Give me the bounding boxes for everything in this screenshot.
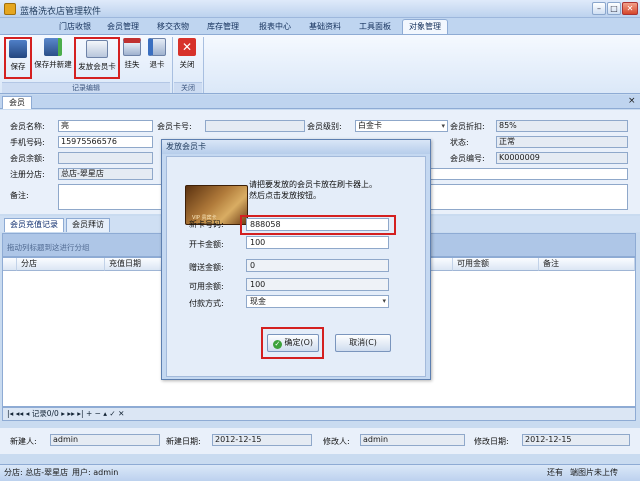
member-card-icon — [86, 40, 108, 58]
balance-input[interactable] — [58, 152, 153, 164]
issue-card-dialog: 发放会员卡 VIP 贵宾卡 请把要发放的会员卡放在刷卡器上。 然后点击发放按钮。… — [161, 139, 431, 380]
close-button[interactable]: ✕ 关闭 — [176, 37, 198, 79]
available-balance-label: 可用余额: — [189, 282, 224, 291]
save-button[interactable]: 保存 — [4, 37, 32, 79]
new-card-input[interactable]: 888058 — [246, 218, 389, 231]
return-card-button[interactable]: 退卡 — [146, 37, 168, 79]
col-header-recharge-date[interactable]: 充值日期 — [105, 258, 165, 271]
extra-field-input[interactable] — [430, 168, 628, 180]
app-title: 蓝格洗衣店管理软件 — [20, 7, 102, 17]
status-pending: 还有 — [547, 468, 563, 477]
member-name-label: 会员名称: — [10, 122, 45, 131]
group-label-close: 关闭 — [174, 82, 202, 93]
ribbon-separator — [172, 37, 173, 93]
ok-button[interactable]: ✓ 确定(O) — [267, 334, 319, 352]
modified-date-label: 修改日期: — [474, 437, 509, 446]
col-header-available[interactable]: 可用金额 — [453, 258, 539, 271]
modifier-label: 修改人: — [323, 437, 350, 446]
payment-method-label: 付款方式: — [189, 299, 224, 308]
phone-input[interactable]: 15975566576 — [58, 136, 153, 148]
balance-label: 会员余额: — [10, 154, 45, 163]
modifier-input[interactable]: admin — [360, 434, 465, 446]
created-date-label: 新建日期: — [166, 437, 201, 446]
document-tab-strip: 会员 × — [0, 95, 640, 109]
available-balance-input[interactable]: 100 — [246, 278, 389, 291]
close-doc-icon[interactable]: × — [628, 96, 636, 106]
dialog-body: VIP 贵宾卡 请把要发放的会员卡放在刷卡器上。 然后点击发放按钮。 新卡号码:… — [166, 156, 426, 377]
save-and-new-button[interactable]: 保存并新建 — [34, 37, 72, 79]
created-date-input[interactable]: 2012-12-15 — [212, 434, 312, 446]
col-header-branch[interactable]: 分店 — [17, 258, 105, 271]
cancel-button[interactable]: 取消(C) — [335, 334, 391, 352]
maximize-button[interactable]: □ — [607, 2, 621, 15]
tab-inventory[interactable]: 库存管理 — [200, 19, 246, 34]
minimize-button[interactable]: – — [592, 2, 606, 15]
discount-label: 会员折扣: — [450, 122, 485, 131]
check-icon: ✓ — [272, 340, 282, 349]
status-user: 用户: admin — [72, 468, 119, 477]
creator-label: 新建人: — [10, 437, 37, 446]
status-branch: 分店: 总店-翠星店 — [4, 468, 69, 477]
nav-next-icon[interactable]: ▸ ▸▸ ▸| + − ▴ ✓ ✕ — [59, 409, 124, 418]
title-bar: 蓝格洗衣店管理软件 – □ ✕ — [0, 0, 640, 18]
tab-transfer-clothes[interactable]: 移交衣物 — [150, 19, 196, 34]
tab-tools[interactable]: 工具面板 — [352, 19, 398, 34]
nav-first-icon[interactable]: |◂ ◂◂ ◂ — [7, 409, 32, 418]
member-code-label: 会员编号: — [450, 154, 485, 163]
tab-recharge-records[interactable]: 会员充值记录 — [4, 218, 64, 232]
save-new-icon — [44, 38, 62, 56]
return-card-icon — [148, 38, 166, 56]
tab-member-management[interactable]: 会员管理 — [100, 19, 146, 34]
app-logo-icon — [4, 3, 16, 15]
card-number-input[interactable] — [205, 120, 305, 132]
discount-input[interactable]: 85% — [496, 120, 628, 132]
gift-amount-input[interactable]: 0 — [246, 259, 389, 272]
tab-reports[interactable]: 报表中心 — [252, 19, 298, 34]
group-label-record-edit: 记录编辑 — [2, 82, 170, 93]
state-input[interactable]: 正常 — [496, 136, 628, 148]
register-store-label: 注册分店: — [10, 170, 45, 179]
payment-method-select[interactable]: 现金 — [246, 295, 389, 308]
member-level-label: 会员级别: — [307, 122, 342, 131]
issue-member-card-button[interactable]: 发放会员卡 — [74, 37, 120, 79]
close-window-button[interactable]: ✕ — [622, 2, 638, 15]
phone-label: 手机号码: — [10, 138, 45, 147]
col-header-remark[interactable]: 备注 — [539, 258, 635, 271]
ribbon-tabs: 门店收银 会员管理 移交衣物 库存管理 报表中心 基础资料 工具面板 对象管理 — [0, 18, 640, 34]
dialog-message: 请把要发放的会员卡放在刷卡器上。 然后点击发放按钮。 — [249, 180, 377, 200]
remark-label: 备注: — [10, 191, 29, 200]
close-icon: ✕ — [178, 38, 196, 56]
modified-date-input[interactable]: 2012-12-15 — [522, 434, 630, 446]
tab-store-cashier[interactable]: 门店收银 — [52, 19, 98, 34]
floppy-disk-icon — [9, 40, 27, 58]
card-number-label: 会员卡号: — [157, 122, 192, 131]
dialog-title: 发放会员卡 — [162, 140, 430, 154]
creator-input[interactable]: admin — [50, 434, 160, 446]
opening-amount-label: 开卡金额: — [189, 240, 224, 249]
tab-base-data[interactable]: 基础资料 — [302, 19, 348, 34]
state-label: 状态: — [450, 138, 469, 147]
opening-amount-input[interactable]: 100 — [246, 236, 389, 249]
gift-amount-label: 赠送金额: — [189, 263, 224, 272]
audit-info: 新建人: admin 新建日期: 2012-12-15 修改人: admin 修… — [0, 428, 640, 454]
report-loss-icon — [123, 38, 141, 56]
tab-member-visits[interactable]: 会员拜访 — [66, 218, 110, 232]
register-store-input[interactable]: 总店-翠星店 — [58, 168, 153, 180]
doc-tab-member[interactable]: 会员 — [2, 96, 32, 109]
report-loss-button[interactable]: 挂失 — [122, 37, 142, 79]
grid-indicator-header — [3, 258, 17, 271]
ribbon: 保存 保存并新建 发放会员卡 挂失 退卡 记录编辑 ✕ 关闭 关闭 — [0, 34, 640, 94]
status-upload[interactable]: 端图片未上传 — [570, 465, 618, 480]
member-level-select[interactable]: 白金卡 — [355, 120, 448, 132]
ribbon-separator — [203, 37, 204, 93]
member-name-input[interactable]: 亮 — [58, 120, 153, 132]
new-card-label: 新卡号码: — [189, 220, 224, 229]
record-navigator: |◂ ◂◂ ◂ 记录0/0 ▸ ▸▸ ▸| + − ▴ ✓ ✕ — [2, 407, 636, 421]
nav-record-count: 记录0/0 — [31, 409, 59, 418]
member-code-input[interactable]: K0000009 — [496, 152, 628, 164]
tab-object-management[interactable]: 对象管理 — [402, 19, 448, 34]
status-bar: 分店: 总店-翠星店 用户: admin 还有 端图片未上传 — [0, 464, 640, 481]
